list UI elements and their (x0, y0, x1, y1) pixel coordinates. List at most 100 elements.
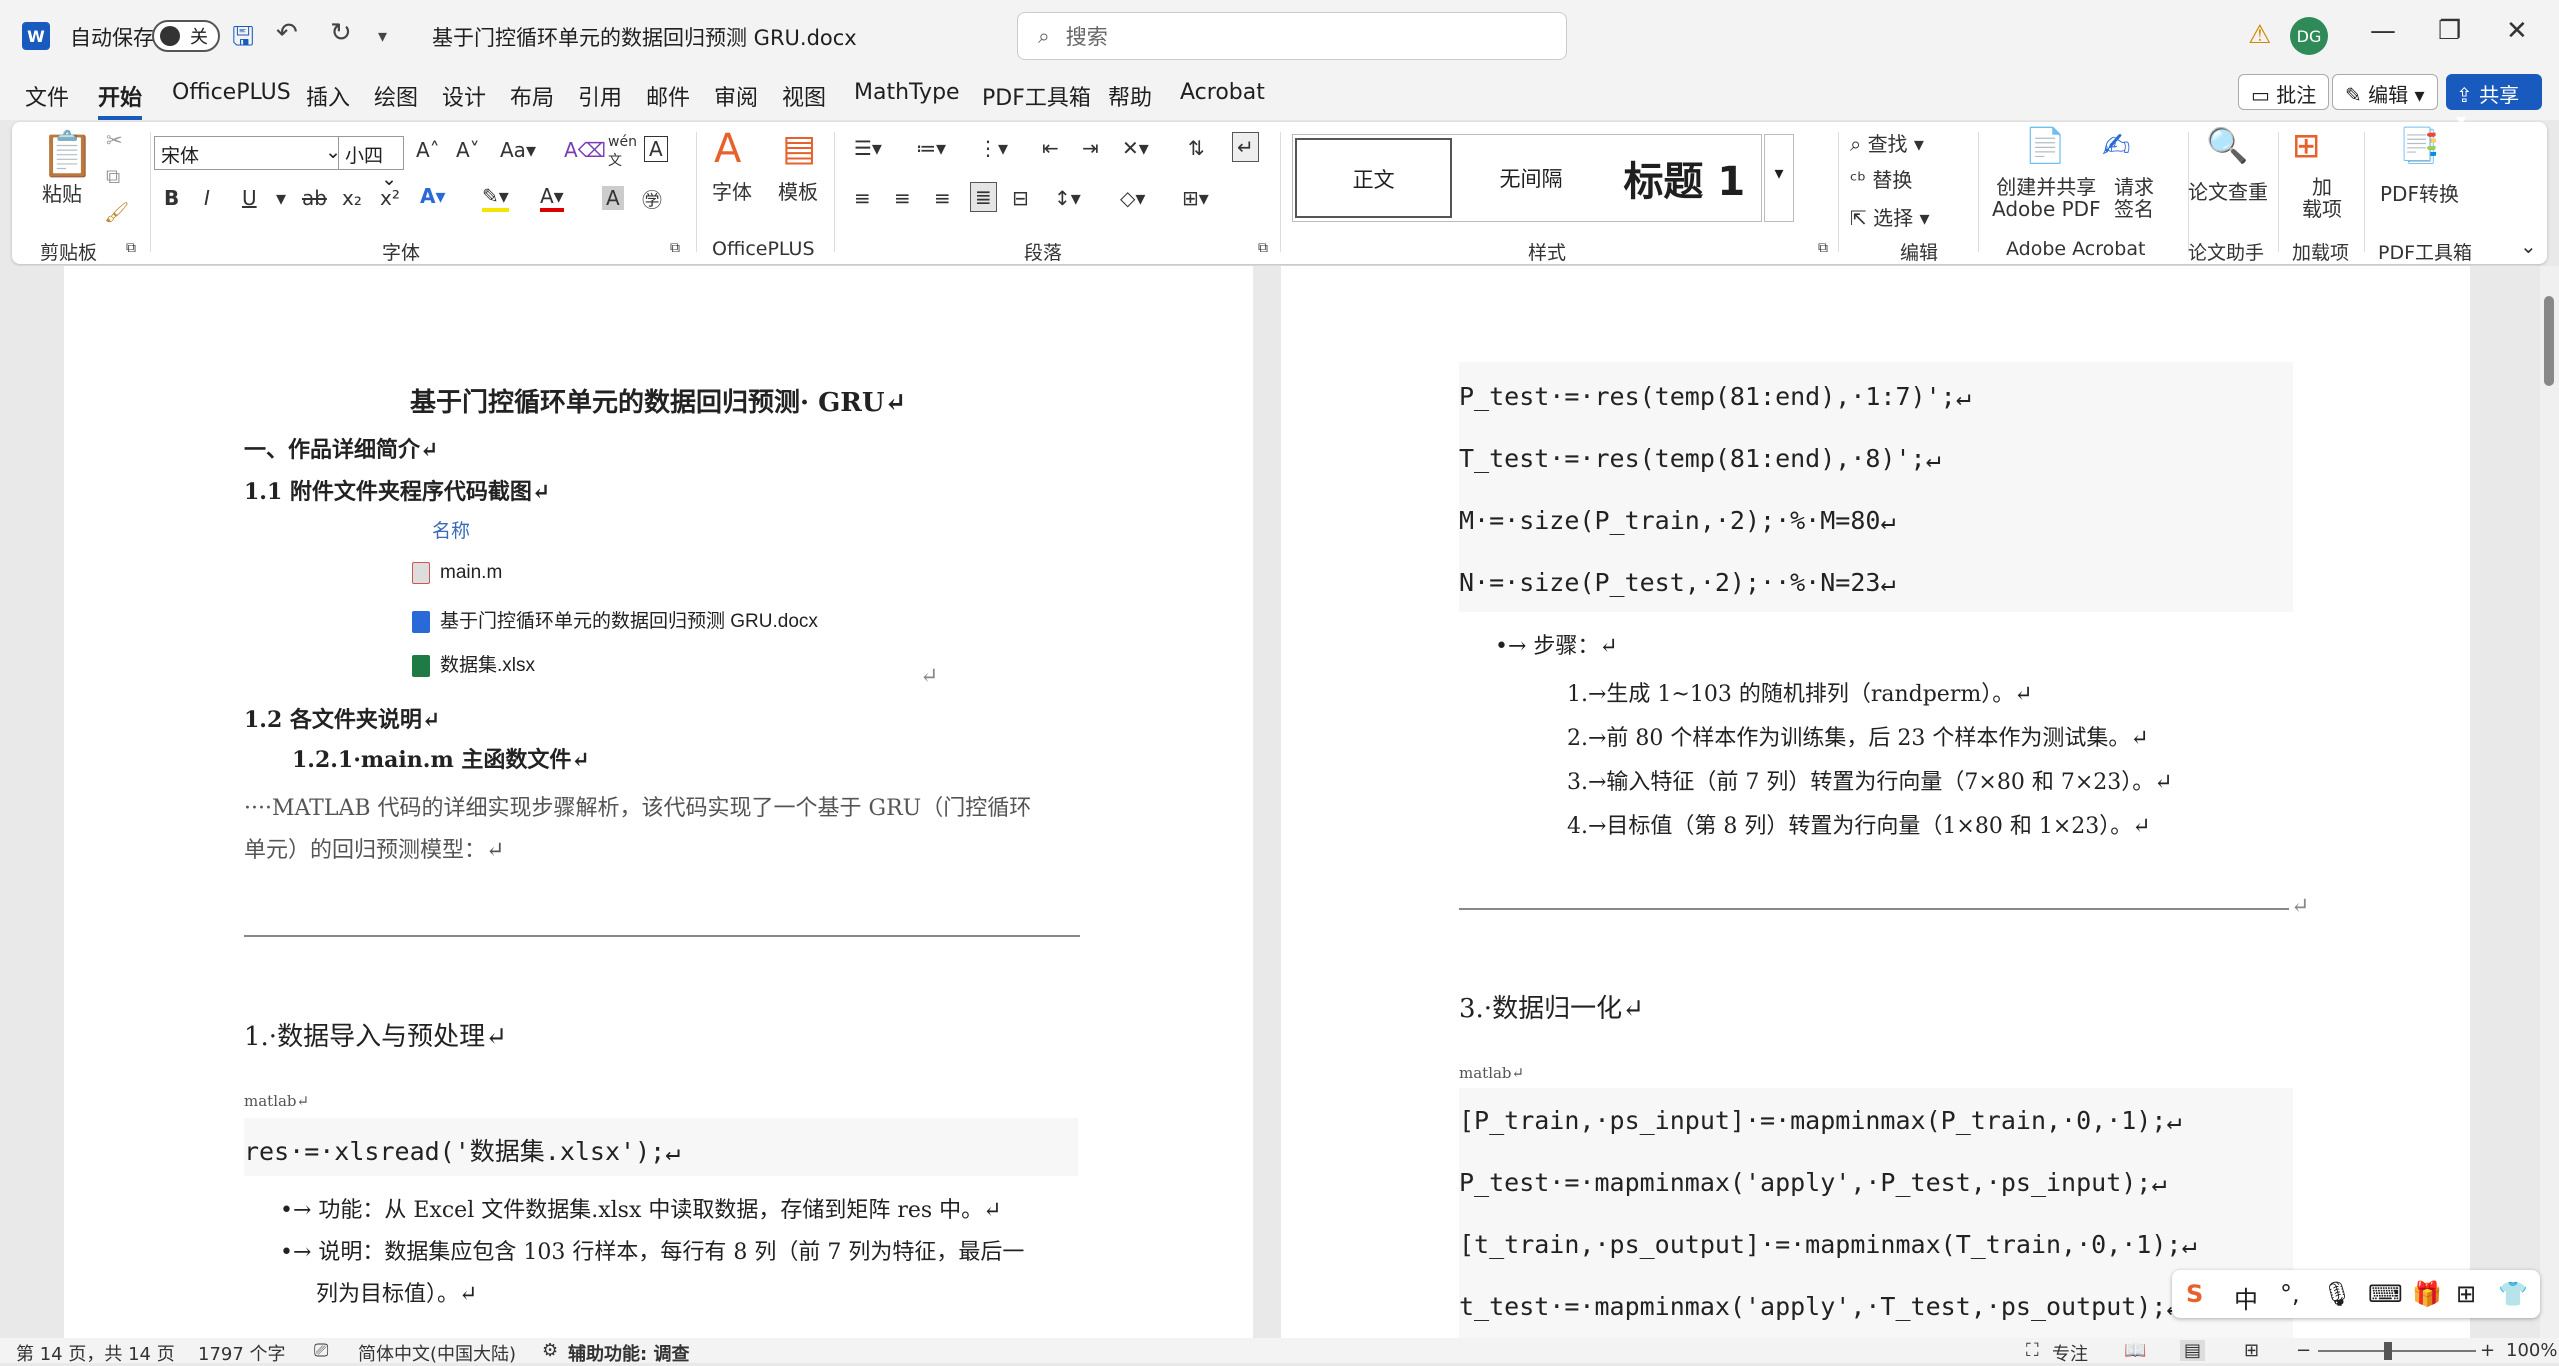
undo-icon[interactable]: ↶ (276, 18, 298, 48)
replace-button[interactable]: ᶜᵇ 替换 (1850, 164, 1912, 193)
underline-icon[interactable]: U (242, 186, 257, 210)
char-shading-icon[interactable]: A (602, 186, 624, 210)
vertical-scrollbar[interactable] (2540, 266, 2559, 1338)
paste-icon[interactable]: 📋 (40, 128, 95, 180)
underline-dropdown-icon[interactable]: ▾ (276, 186, 286, 210)
tab-design[interactable]: 设计 (442, 80, 486, 112)
tab-acrobat[interactable]: Acrobat (1180, 80, 1265, 105)
scrollbar-thumb[interactable] (2544, 296, 2554, 386)
paragraph-launcher-icon[interactable]: ⧉ (1258, 240, 1268, 256)
print-layout-icon[interactable]: ▤ (2180, 1340, 2206, 1361)
font-launcher-icon[interactable]: ⧉ (670, 240, 680, 256)
font-plus-icon[interactable]: A (714, 126, 741, 172)
multilevel-list-icon[interactable]: ⋮▾ (978, 136, 1008, 160)
superscript-icon[interactable]: x² (380, 186, 400, 210)
zoom-out-icon[interactable]: − (2296, 1340, 2311, 1361)
tab-draw[interactable]: 绘图 (374, 80, 418, 112)
copy-icon[interactable]: ⧉ (106, 164, 120, 188)
tab-references[interactable]: 引用 (578, 80, 622, 112)
borders-icon[interactable]: ⊞▾ (1182, 186, 1209, 210)
apps-grid-icon[interactable]: ⊞ (2456, 1280, 2476, 1308)
style-gallery-more-icon[interactable]: ▾ (1764, 134, 1794, 222)
template-label[interactable]: 模板 (778, 176, 818, 205)
sort-icon[interactable]: ⇅ (1188, 136, 1205, 160)
addins-icon[interactable]: ⊞ (2292, 126, 2321, 166)
template-icon[interactable]: ▤ (782, 128, 816, 169)
tab-mailings[interactable]: 邮件 (646, 80, 690, 112)
font-name-select[interactable]: 宋体 ⌄ (154, 136, 348, 170)
read-mode-icon[interactable]: 📖 (2124, 1340, 2146, 1361)
format-painter-icon[interactable]: 🖌 (104, 200, 129, 224)
web-layout-icon[interactable]: ⊞ (2244, 1340, 2259, 1361)
phonetic-guide-icon[interactable]: wén 文 (608, 134, 637, 170)
customize-qat-icon[interactable]: ▾ (378, 26, 387, 47)
focus-icon[interactable]: ⛶ (2026, 1340, 2039, 1361)
ime-mode[interactable]: 中 (2234, 1280, 2258, 1315)
focus-mode[interactable]: 专注 (2052, 1340, 2088, 1366)
bullets-icon[interactable]: ☰▾ (854, 136, 882, 160)
language-status[interactable]: 简体中文(中国大陆) (358, 1340, 516, 1366)
char-border-icon[interactable]: A (644, 136, 668, 162)
proofing-icon[interactable]: ⎚ (314, 1340, 328, 1361)
styles-launcher-icon[interactable]: ⧉ (1818, 240, 1828, 256)
zoom-level[interactable]: 100% (2506, 1340, 2557, 1361)
enclose-char-icon[interactable]: ㊫ (642, 184, 662, 213)
font-size-select[interactable]: 小四 ⌄ (338, 136, 404, 190)
avatar[interactable]: DG (2290, 17, 2328, 55)
restore-icon[interactable]: ❐ (2438, 16, 2461, 46)
tab-layout[interactable]: 布局 (510, 80, 554, 112)
word-count[interactable]: 1797 个字 (198, 1340, 286, 1366)
share-button[interactable]: ⇪ 共享 ▾ (2446, 74, 2542, 132)
highlight-icon[interactable]: ✎▾ (482, 184, 509, 212)
minimize-icon[interactable]: — (2370, 16, 2396, 46)
zoom-slider-thumb[interactable] (2384, 1342, 2392, 1360)
warning-icon[interactable]: ⚠ (2248, 20, 2271, 50)
clipboard-launcher-icon[interactable]: ⧉ (126, 240, 136, 256)
tab-review[interactable]: 审阅 (714, 80, 758, 112)
request-sign-button[interactable]: 请求 签名 (2114, 176, 2154, 220)
clear-format-icon[interactable]: A⌫ (564, 138, 606, 162)
page-count[interactable]: 第 14 页，共 14 页 (16, 1340, 175, 1366)
strikethrough-icon[interactable]: ab (302, 186, 327, 210)
justify-icon[interactable]: ≣ (970, 182, 997, 212)
save-icon[interactable]: 🖫 (232, 18, 254, 62)
style-normal[interactable]: 正文 (1295, 138, 1453, 218)
tab-home[interactable]: 开始 (98, 80, 143, 120)
close-icon[interactable]: ✕ (2506, 16, 2528, 46)
zoom-slider[interactable] (2318, 1350, 2476, 1352)
gift-icon[interactable]: 🎁 (2412, 1280, 2442, 1308)
distributed-icon[interactable]: ⊟ (1012, 186, 1029, 210)
decrease-indent-icon[interactable]: ⇤ (1042, 136, 1059, 160)
align-right-icon[interactable]: ≡ (934, 186, 951, 210)
paste-label[interactable]: 粘贴 (42, 178, 82, 207)
subscript-icon[interactable]: x₂ (342, 186, 362, 210)
pdf-convert-button[interactable]: PDF转换 (2380, 178, 2459, 207)
paper-check-button[interactable]: 论文查重 (2188, 176, 2268, 205)
select-button[interactable]: ⇱ 选择 ▾ (1850, 202, 1930, 231)
paper-check-icon[interactable]: 🔍 (2206, 126, 2248, 166)
tab-file[interactable]: 文件 (25, 80, 69, 112)
tab-pdftools[interactable]: PDF工具箱 (982, 80, 1091, 112)
collapse-ribbon-icon[interactable]: ⌄ (2520, 234, 2537, 258)
search-box[interactable]: ⌕ 搜索 (1017, 12, 1567, 60)
style-heading1[interactable]: 标题 1 (1608, 149, 1761, 207)
create-pdf-icon[interactable]: 📄 (2024, 126, 2066, 166)
editing-mode-button[interactable]: ✎ 编辑 ▾ (2332, 74, 2438, 110)
punctuation-icon[interactable]: °, (2280, 1280, 2300, 1308)
change-case-icon[interactable]: Aa▾ (500, 138, 536, 162)
tab-mathtype[interactable]: MathType (854, 80, 960, 105)
cut-icon[interactable]: ✂ (106, 128, 123, 152)
text-effects-icon[interactable]: A▾ (420, 184, 446, 208)
request-sign-icon[interactable]: ✍ (2102, 126, 2131, 166)
line-spacing-icon[interactable]: ↕▾ (1054, 186, 1081, 210)
redo-icon[interactable]: ↻ (330, 18, 352, 48)
addins-button[interactable]: 加载项 (2302, 176, 2342, 220)
document-title[interactable]: 基于门控循环单元的数据回归预测 GRU.docx (432, 22, 857, 52)
find-button[interactable]: ⌕ 查找 ▾ (1850, 128, 1924, 157)
shading-icon[interactable]: ◇▾ (1120, 186, 1145, 210)
shrink-font-icon[interactable]: A˅ (456, 138, 480, 162)
italic-icon[interactable]: I (204, 186, 210, 210)
zoom-in-icon[interactable]: + (2480, 1340, 2495, 1361)
tab-view[interactable]: 视图 (782, 80, 826, 112)
font-color-icon[interactable]: A▾ (540, 184, 564, 212)
